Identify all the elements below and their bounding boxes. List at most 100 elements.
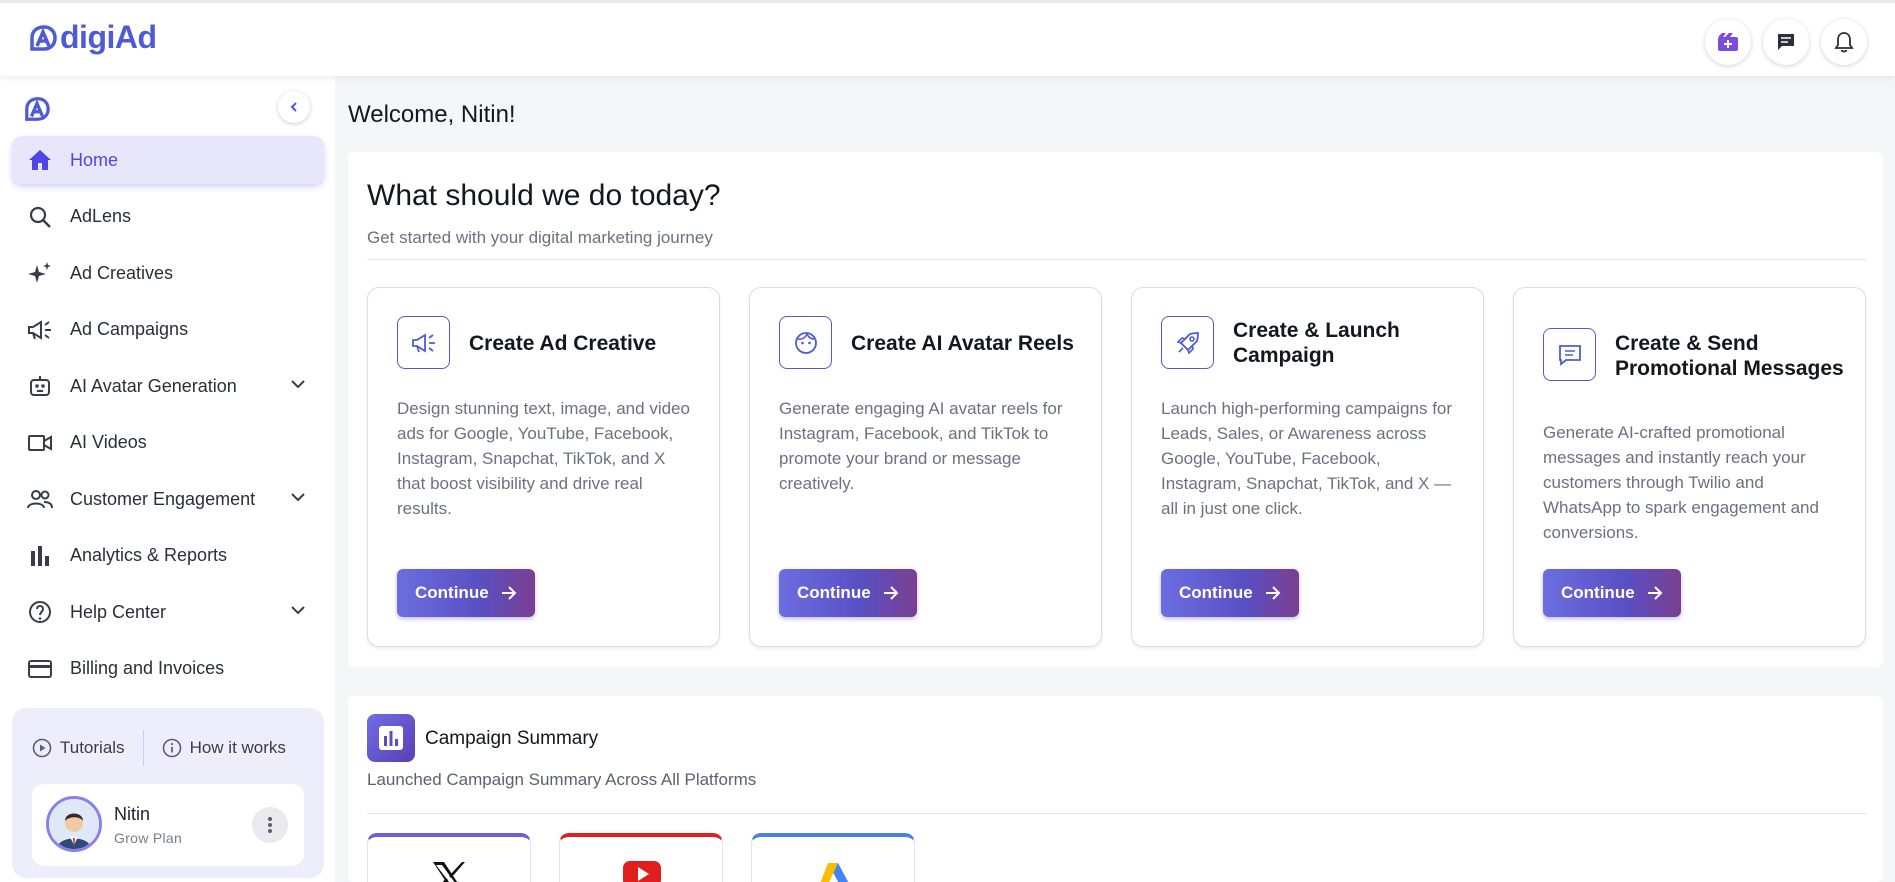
sidebar-nav: Home AdLens Ad Creatives Ad Campaigns AI… [12, 136, 324, 701]
card-create-ai-avatar-reels: Create AI Avatar Reels Generate engaging… [749, 287, 1102, 647]
main-content: Welcome, Nitin! What should we do today?… [335, 76, 1895, 882]
arrow-right-icon [1647, 586, 1663, 600]
continue-button[interactable]: Continue [1161, 569, 1299, 617]
sidebar-item-ai-avatar-generation[interactable]: AI Avatar Generation [12, 362, 324, 410]
sidebar-item-ad-creatives[interactable]: Ad Creatives [12, 249, 324, 297]
digiad-logo-icon [30, 24, 57, 51]
user-menu-button[interactable] [252, 807, 288, 843]
user-card[interactable]: Nitin Grow Plan [32, 784, 304, 866]
summary-subtitle: Launched Campaign Summary Across All Pla… [367, 770, 757, 789]
chat-button[interactable] [1763, 19, 1809, 65]
avatar[interactable] [46, 796, 102, 852]
search-icon [26, 203, 54, 231]
card-title: Create Ad Creative [469, 331, 657, 355]
app-logo[interactable]: digiAd [28, 19, 157, 56]
panel-subtitle: Get started with your digital marketing … [367, 228, 713, 247]
campaign-summary-panel: Campaign Summary Launched Campaign Summa… [348, 696, 1883, 882]
how-it-works-link[interactable]: How it works [162, 738, 286, 758]
youtube-logo-icon [623, 861, 661, 882]
sidebar-item-ad-campaigns[interactable]: Ad Campaigns [12, 306, 324, 354]
chevron-down-icon[interactable] [290, 602, 306, 618]
robot-icon [26, 372, 54, 400]
tutorials-link[interactable]: Tutorials [32, 738, 125, 758]
info-icon [162, 738, 181, 758]
video-add-button[interactable] [1705, 19, 1751, 65]
sidebar-item-label: Help Center [70, 601, 167, 622]
card-description: Generate AI-crafted promotional messages… [1543, 423, 1819, 542]
sidebar-item-home[interactable]: Home [12, 136, 324, 184]
continue-button[interactable]: Continue [779, 569, 917, 617]
notifications-button[interactable] [1821, 19, 1867, 65]
card-title: Create & Launch Campaign [1233, 319, 1400, 367]
continue-button[interactable]: Continue [397, 569, 535, 617]
divider [142, 730, 144, 766]
sidebar-footer: Tutorials How it works Nitin Grow Plan [12, 708, 324, 878]
google-ads-logo-icon [820, 863, 849, 882]
continue-label: Continue [1179, 583, 1253, 602]
people-icon [26, 485, 54, 513]
chat-icon [1778, 34, 1794, 50]
bar-chart-icon [367, 714, 415, 762]
card-title: Create AI Avatar Reels [851, 331, 1074, 355]
sidebar-item-label: AI Avatar Generation [70, 375, 237, 396]
chevron-down-icon[interactable] [290, 489, 306, 505]
face-icon [779, 316, 832, 369]
platform-card-youtube[interactable] [559, 833, 723, 882]
card-create-ad-creative: Create Ad Creative Design stunning text,… [367, 287, 720, 647]
sidebar-item-customer-engagement[interactable]: Customer Engagement [12, 475, 324, 523]
how-it-works-label: How it works [189, 738, 286, 757]
x-logo-icon [433, 862, 465, 882]
sidebar-item-ai-videos[interactable]: AI Videos [12, 419, 324, 467]
platform-list [367, 833, 915, 882]
sidebar-item-analytics-reports[interactable]: Analytics & Reports [12, 532, 324, 580]
logo-text: digiAd [60, 19, 157, 55]
sidebar-logo [22, 96, 52, 127]
action-cards: Create Ad Creative Design stunning text,… [367, 287, 1866, 647]
card-title: Create & Send Promotional Messages [1615, 331, 1844, 380]
page-title: Welcome, Nitin! [348, 101, 516, 128]
sidebar-item-label: Customer Engagement [70, 488, 256, 509]
sidebar-item-label: Ad Creatives [70, 262, 174, 283]
arrow-right-icon [501, 586, 517, 600]
panel-title: What should we do today? [367, 179, 721, 212]
divider [367, 813, 1866, 814]
continue-button[interactable]: Continue [1543, 569, 1681, 617]
user-plan: Grow Plan [114, 830, 183, 846]
header-actions [1705, 19, 1867, 65]
collapse-sidebar-button[interactable] [278, 91, 310, 123]
chevron-left-icon [290, 102, 297, 112]
card-description: Design stunning text, image, and video a… [397, 399, 690, 518]
megaphone-icon [26, 316, 54, 344]
divider [367, 259, 1866, 260]
sidebar-item-help-center[interactable]: Help Center [12, 588, 324, 636]
continue-label: Continue [1561, 583, 1635, 602]
platform-card-google-ads[interactable] [751, 833, 915, 882]
home-icon [26, 146, 54, 174]
video-add-icon [1718, 33, 1738, 51]
arrow-right-icon [883, 586, 899, 600]
sidebar-item-billing-invoices[interactable]: Billing and Invoices [12, 645, 324, 693]
platform-card-x[interactable] [367, 833, 531, 882]
bar-chart-icon [26, 542, 54, 570]
card-create-launch-campaign: Create & Launch Campaign Launch high-per… [1131, 287, 1484, 647]
user-name: Nitin [114, 804, 151, 824]
sparkle-icon [26, 259, 54, 287]
help-links: Tutorials How it works [32, 730, 286, 766]
summary-title: Campaign Summary [425, 728, 599, 749]
chevron-down-icon[interactable] [290, 376, 306, 392]
card-create-send-promotional-messages: Create & Send Promotional Messages Gener… [1513, 287, 1866, 647]
sidebar-item-adlens[interactable]: AdLens [12, 193, 324, 241]
message-icon [1543, 328, 1596, 381]
continue-label: Continue [415, 583, 489, 602]
rocket-icon [1161, 316, 1214, 369]
sidebar-item-label: Analytics & Reports [70, 545, 228, 565]
sidebar-item-label: Home [70, 149, 119, 170]
sidebar-item-label: Ad Campaigns [70, 319, 189, 339]
megaphone-icon [397, 316, 450, 369]
help-icon [26, 598, 54, 626]
digiad-mini-logo-icon [25, 97, 50, 121]
card-description: Launch high-performing campaigns for Lea… [1161, 399, 1453, 518]
sidebar-item-label: AI Videos [70, 432, 147, 452]
arrow-right-icon [1265, 586, 1281, 600]
sidebar-item-label: AdLens [70, 206, 132, 226]
